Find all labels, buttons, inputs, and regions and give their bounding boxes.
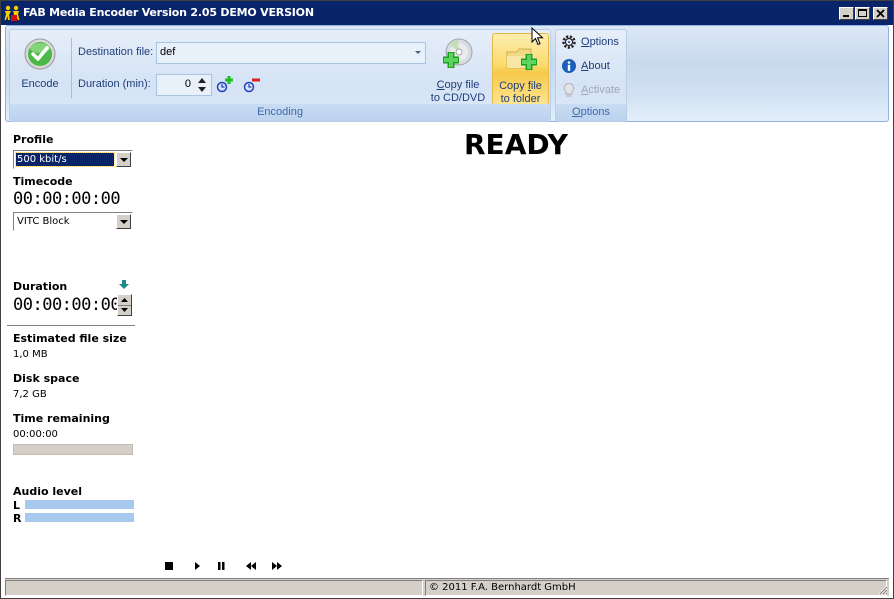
time-remaining-value: 00:00:00	[13, 429, 58, 440]
remove-time-icon[interactable]	[243, 75, 261, 93]
pause-icon[interactable]	[215, 560, 227, 572]
close-icon	[876, 9, 885, 18]
audio-meter-left	[25, 500, 134, 509]
encode-button[interactable]: Encode	[16, 34, 64, 100]
duration-spinner[interactable]	[117, 294, 132, 316]
arrow-down-icon[interactable]	[119, 280, 129, 290]
duration-display: 00:00:00:00	[13, 295, 121, 315]
estimated-size-value: 1,0 MB	[13, 349, 48, 360]
profile-select[interactable]: 500 kbit/s	[13, 150, 133, 169]
sidebar: Profile 500 kbit/s Timecode 00:00:00:00 …	[5, 124, 137, 577]
resize-grip-icon[interactable]	[876, 583, 888, 595]
app-logo-icon	[4, 5, 20, 21]
copy-cd-label-1: CCopy fileopy file	[436, 79, 480, 91]
timecode-display: 00:00:00:00	[13, 189, 121, 209]
cd-add-icon	[443, 38, 473, 68]
checkmark-icon	[24, 38, 56, 70]
destination-value: def	[160, 46, 176, 58]
ribbon: Encode Destination file: def Duration (m…	[5, 25, 889, 122]
dropdown-arrow-icon[interactable]	[415, 51, 421, 54]
copy-to-cd-button[interactable]: CCopy fileopy file to CD/DVD	[428, 33, 488, 105]
mouse-cursor-icon	[531, 27, 544, 46]
folder-add-icon	[506, 48, 537, 70]
play-icon[interactable]	[191, 560, 203, 572]
disk-space-value: 7,2 GB	[13, 389, 47, 400]
duration-min-input[interactable]: 0	[156, 74, 212, 96]
separator	[71, 38, 72, 98]
audio-left-label: L	[13, 499, 21, 512]
duration-min-value: 0	[184, 78, 191, 90]
time-remaining-label: Time remaining	[13, 412, 110, 425]
copyright-text: © 2011 F.A. Bernhardt GmbH	[425, 580, 887, 596]
timecode-mode-value: VITC Block	[17, 216, 70, 227]
destination-file-combo[interactable]: def	[156, 42, 426, 64]
profile-value: 500 kbit/s	[15, 152, 115, 167]
destination-label: Destination file:	[78, 46, 154, 58]
gear-icon	[562, 35, 576, 49]
divider	[7, 325, 135, 326]
add-time-icon[interactable]	[216, 75, 234, 93]
rewind-icon[interactable]	[245, 560, 257, 572]
estimated-size-label: Estimated file size	[13, 332, 127, 345]
encoding-group-label: Encoding	[10, 104, 550, 121]
duration-label: Duration	[13, 280, 68, 293]
status-bar: © 2011 F.A. Bernhardt GmbH	[5, 578, 889, 596]
timecode-label: Timecode	[13, 175, 73, 188]
minimize-icon	[843, 15, 849, 17]
copy-folder-label-1: Copy file	[499, 80, 542, 92]
encode-label: Encode	[21, 78, 59, 90]
fast-forward-icon[interactable]	[271, 560, 283, 572]
status-ready: READY	[464, 128, 568, 161]
maximize-icon	[858, 9, 867, 17]
maximize-button[interactable]	[855, 7, 870, 20]
window-title: FAB Media Encoder Version 2.05 DEMO VERS…	[23, 6, 314, 19]
duration-min-label: Duration (min):	[78, 78, 151, 90]
profile-label: Profile	[13, 133, 54, 146]
timecode-mode-select[interactable]: VITC Block	[13, 212, 133, 231]
options-group: Options About Activate Options	[555, 29, 627, 122]
audio-right-label: R	[13, 512, 22, 525]
info-icon	[562, 59, 576, 73]
minimize-button[interactable]	[839, 7, 854, 20]
disk-space-label: Disk space	[13, 372, 80, 385]
audio-meter-right	[25, 513, 134, 522]
encoding-group: Encode Destination file: def Duration (m…	[9, 29, 551, 122]
main-content: Profile 500 kbit/s Timecode 00:00:00:00 …	[5, 124, 889, 577]
app-window: FAB Media Encoder Version 2.05 DEMO VERS…	[0, 0, 894, 599]
chevron-down-icon[interactable]	[116, 152, 131, 167]
audio-level-label: Audio level	[13, 485, 83, 498]
lightbulb-icon	[563, 82, 575, 97]
options-group-label: Options	[556, 104, 626, 121]
chevron-down-icon[interactable]	[116, 214, 131, 229]
stop-icon[interactable]	[163, 560, 175, 572]
duration-spinner-icon[interactable]	[196, 76, 208, 94]
status-pane-left	[5, 580, 423, 596]
close-button[interactable]	[873, 7, 888, 20]
time-remaining-progress	[13, 444, 133, 455]
title-bar: FAB Media Encoder Version 2.05 DEMO VERS…	[1, 1, 893, 25]
